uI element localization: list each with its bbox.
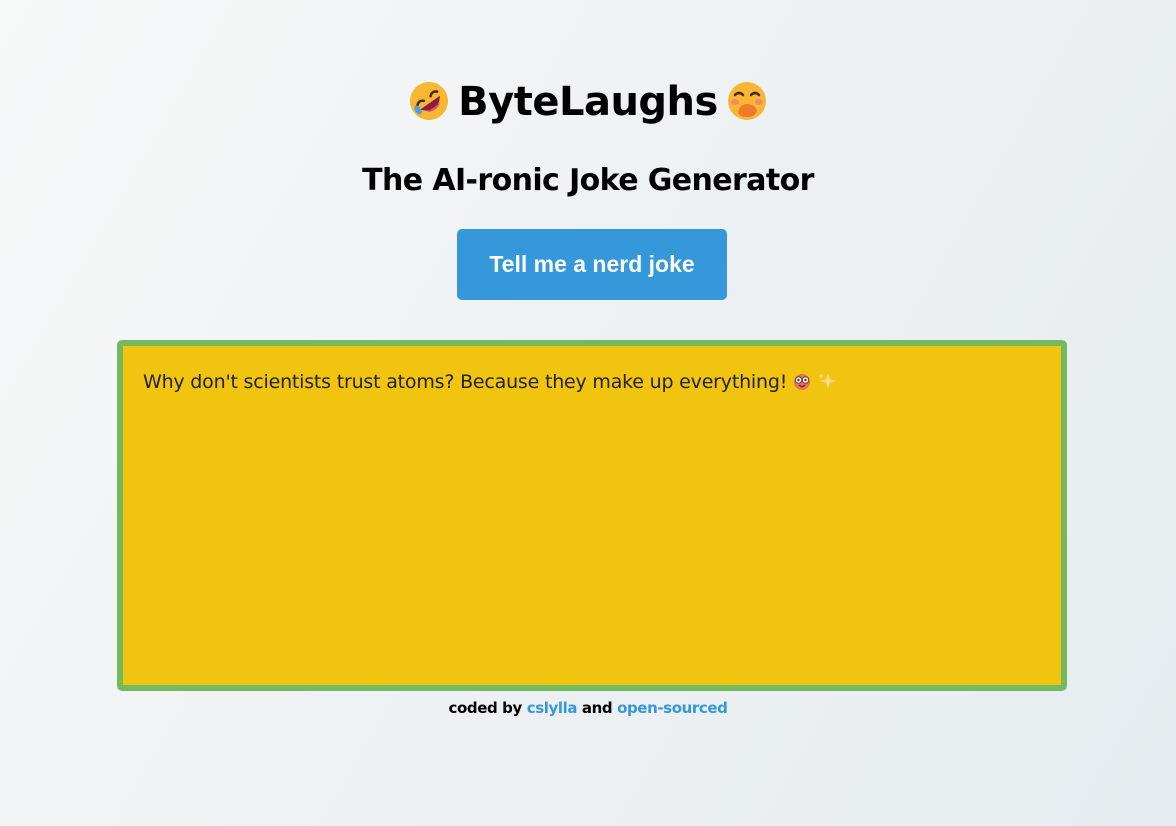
open-sourced-link[interactable]: open-sourced [617, 699, 728, 717]
joke-output-box: Why don't scientists trust atoms? Becaus… [117, 340, 1067, 691]
rolling-on-floor-laughing-icon [408, 80, 450, 122]
joke-text-line: Why don't scientists trust atoms? Becaus… [143, 369, 837, 395]
author-link[interactable]: cslylla [527, 699, 578, 717]
joke-text: Why don't scientists trust atoms? Becaus… [143, 371, 788, 393]
app-title: ByteLaughs [0, 76, 1176, 128]
sparkles-icon [817, 371, 837, 391]
footer-prefix: coded by [448, 699, 522, 717]
nerd-face-icon [792, 371, 812, 391]
footer-conjunction: and [581, 699, 613, 717]
face-with-hand-over-mouth-icon [726, 80, 768, 122]
tell-joke-button[interactable]: Tell me a nerd joke [457, 229, 727, 300]
footer: coded by cslylla and open-sourced [0, 698, 1176, 718]
app-subtitle: The AI-ronic Joke Generator [362, 163, 814, 198]
app-title-text: ByteLaughs [458, 79, 718, 125]
